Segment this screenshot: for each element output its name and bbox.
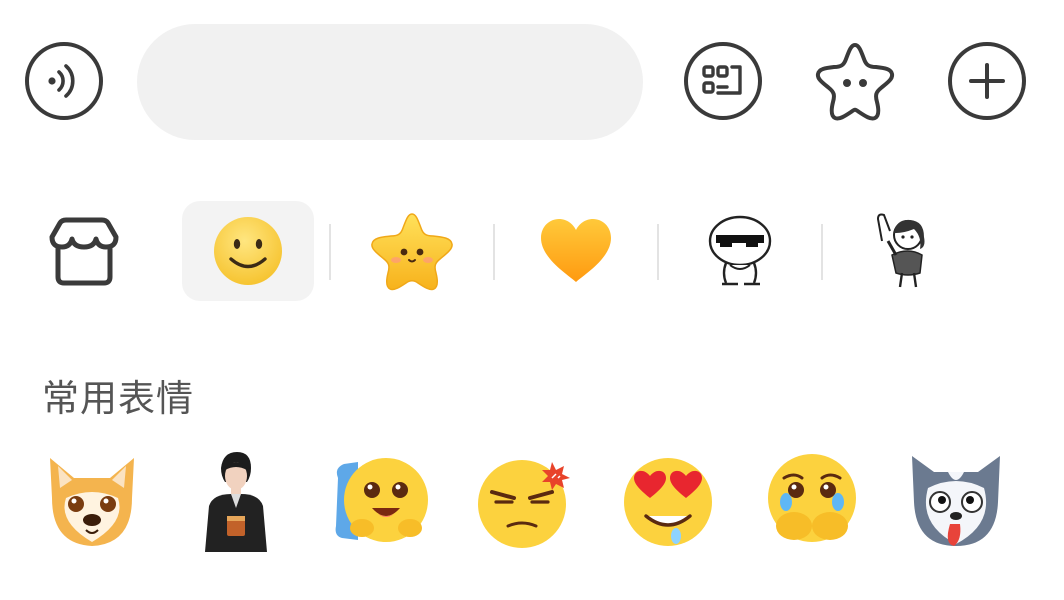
tab-meme-stickers[interactable]: [674, 201, 806, 301]
emoji-category-tabs: [0, 196, 1064, 308]
voice-icon: [41, 58, 87, 104]
sunglasses-meme-icon: [700, 213, 780, 289]
heart-eyes-drool-emoji[interactable]: [616, 448, 720, 552]
voice-button[interactable]: [25, 42, 103, 120]
frequent-emoji-title: 常用表情: [42, 377, 194, 420]
heart-icon: [537, 216, 615, 286]
tab-star-stickers[interactable]: [346, 201, 478, 301]
tab-divider: [821, 224, 823, 280]
sticker-button[interactable]: [812, 38, 898, 124]
smiley-icon: [211, 214, 285, 288]
man-sticker[interactable]: [184, 448, 288, 552]
shop-icon: [44, 215, 124, 287]
tab-divider: [329, 224, 331, 280]
tab-favorites[interactable]: [510, 201, 642, 301]
message-input[interactable]: [137, 24, 643, 140]
add-button[interactable]: [948, 42, 1026, 120]
frequent-emoji-list: [0, 448, 1064, 558]
girl-sticker-icon: [872, 211, 936, 291]
plus-icon: [967, 61, 1007, 101]
tab-classic-emoji[interactable]: [182, 201, 314, 301]
star-face-icon: [813, 39, 897, 123]
husky-tongue-emoji[interactable]: [904, 448, 1008, 552]
star-face-icon: [369, 210, 455, 292]
annoyed-emoji[interactable]: [472, 448, 576, 552]
crying-cover-mouth-emoji[interactable]: [760, 448, 864, 552]
tab-divider: [493, 224, 495, 280]
tab-emoji-store[interactable]: [18, 201, 150, 301]
tab-divider: [657, 224, 659, 280]
hug-blue-emoji[interactable]: [328, 448, 432, 552]
keyboard-icon: [698, 61, 748, 101]
tab-girl-stickers[interactable]: [838, 201, 970, 301]
shiba-dog-emoji[interactable]: [40, 448, 144, 552]
input-bar: [0, 0, 1064, 160]
keyboard-button[interactable]: [684, 42, 762, 120]
